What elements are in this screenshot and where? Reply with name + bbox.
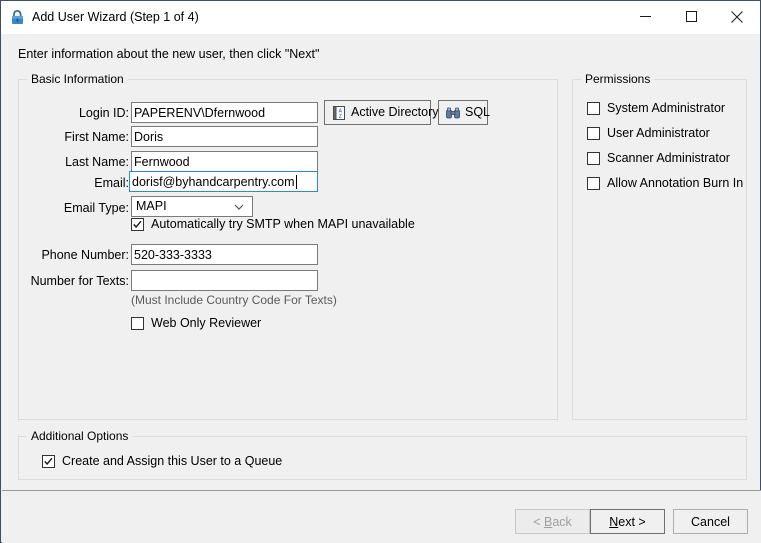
permission-label: Scanner Administrator	[607, 151, 730, 165]
checkbox-box	[131, 218, 144, 231]
email-type-label: Email Type:	[63, 201, 129, 215]
checkbox-box	[587, 177, 600, 190]
phone-number-input[interactable]	[131, 244, 318, 265]
last-name-label: Last Name:	[65, 155, 129, 169]
first-name-input[interactable]	[131, 126, 318, 147]
number-for-texts-input[interactable]	[131, 270, 318, 291]
back-button[interactable]: < Back	[515, 509, 590, 534]
permission-label: System Administrator	[607, 101, 726, 115]
maximize-button[interactable]	[668, 1, 714, 32]
last-name-input[interactable]	[131, 151, 318, 172]
text-cursor	[295, 175, 297, 189]
checkbox-box	[42, 455, 55, 468]
email-type-value: MAPI	[136, 199, 167, 213]
checkbox-box	[587, 152, 600, 165]
active-directory-button-label: Active Directory	[351, 105, 439, 119]
window-title: Add User Wizard (Step 1 of 4)	[32, 10, 199, 24]
cancel-button[interactable]: Cancel	[673, 509, 748, 534]
chevron-down-icon	[232, 197, 246, 216]
create-assign-queue-label: Create and Assign this User to a Queue	[62, 454, 283, 468]
number-for-texts-label: Number for Texts:	[30, 274, 129, 288]
checkbox-box	[131, 317, 144, 330]
minimize-icon	[622, 11, 668, 22]
address-book-icon: A Z	[331, 105, 347, 121]
add-user-wizard-window: Add User Wizard (Step 1 of 4) Enter info…	[0, 0, 761, 543]
permission-label: User Administrator	[607, 126, 710, 140]
wizard-prompt: Enter information about the new user, th…	[18, 47, 320, 61]
next-button-label: Next >	[609, 514, 646, 529]
maximize-icon	[668, 11, 714, 22]
close-button[interactable]	[714, 1, 760, 32]
footer-bar: < Back Next > Cancel	[2, 491, 761, 543]
back-button-label: < Back	[533, 514, 572, 529]
login-id-input[interactable]	[131, 102, 318, 123]
checkbox-box	[587, 127, 600, 140]
sql-button[interactable]: SQL	[438, 100, 491, 125]
permission-label: Allow Annotation Burn In	[607, 176, 744, 190]
basic-information-title: Basic Information	[27, 72, 128, 86]
title-bar: Add User Wizard (Step 1 of 4)	[1, 1, 760, 34]
sql-button-label: SQL	[465, 105, 491, 119]
additional-options-title: Additional Options	[27, 429, 133, 443]
email-input[interactable]	[129, 171, 318, 192]
web-only-reviewer-label: Web Only Reviewer	[151, 316, 262, 330]
close-icon	[714, 10, 760, 23]
binoculars-icon	[445, 105, 461, 121]
login-id-label: Login ID:	[78, 106, 129, 120]
permissions-title: Permissions	[581, 72, 655, 86]
active-directory-button[interactable]: A Z Active Directory	[324, 100, 439, 125]
lock-icon	[9, 9, 26, 26]
email-type-select[interactable]: MAPI	[131, 196, 253, 217]
phone-number-label: Phone Number:	[41, 248, 129, 262]
svg-text:Z: Z	[339, 114, 342, 120]
smtp-fallback-label: Automatically try SMTP when MAPI unavail…	[151, 217, 415, 231]
next-button[interactable]: Next >	[590, 509, 665, 534]
minimize-button[interactable]	[622, 1, 668, 32]
email-label: Email:	[94, 176, 129, 190]
cancel-button-label: Cancel	[691, 514, 730, 529]
checkbox-box	[587, 102, 600, 115]
first-name-label: First Name:	[64, 130, 129, 144]
texts-note: (Must Include Country Code For Texts)	[131, 293, 337, 307]
